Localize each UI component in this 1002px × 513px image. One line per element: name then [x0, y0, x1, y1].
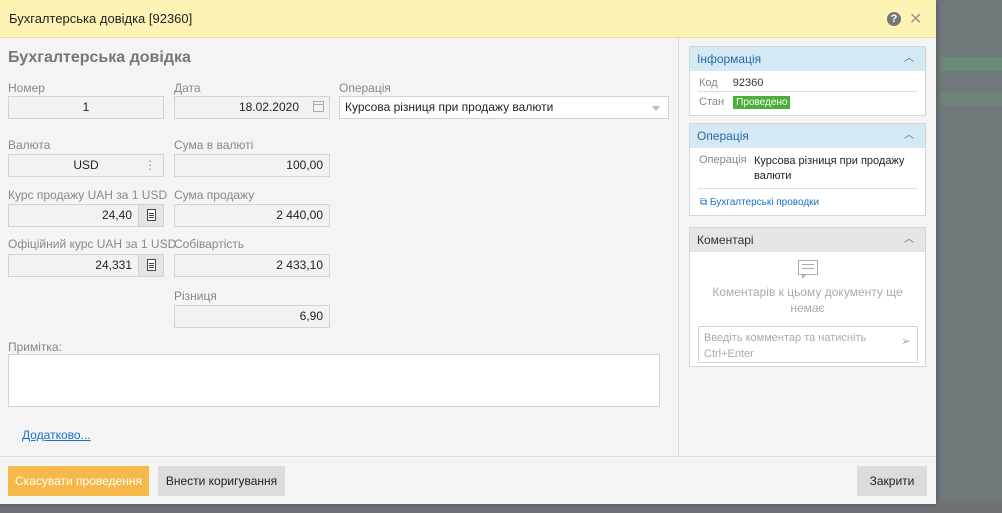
date-value: 18.02.2020 — [238, 100, 299, 114]
sale-amount-field[interactable]: 2 440,00 — [174, 204, 330, 227]
number-field[interactable]: 1 — [8, 96, 164, 119]
background-bar — [940, 57, 1002, 71]
chevron-down-icon[interactable] — [652, 106, 660, 111]
divider — [698, 188, 917, 189]
official-rate-document-button[interactable] — [138, 254, 164, 277]
note-textarea[interactable] — [8, 354, 660, 407]
operation-panel-value: Курсова різниця при продажу валюти — [754, 155, 905, 182]
sale-rate-value: 24,40 — [101, 208, 132, 222]
operation-label: Операція — [339, 81, 391, 95]
close-button[interactable]: Закрити — [857, 466, 927, 496]
close-icon[interactable]: ✕ — [909, 9, 922, 29]
official-rate-field[interactable]: 24,331 — [8, 254, 139, 277]
sale-rate-label: Курс продажу UAH за 1 USD — [8, 188, 168, 202]
status-badge: Проведено — [733, 96, 791, 109]
date-label: Дата — [174, 81, 201, 95]
currency-field[interactable]: USD ⋮ — [8, 154, 164, 177]
document-icon — [147, 259, 156, 271]
form-heading: Бухгалтерська довідка — [8, 49, 191, 66]
operation-panel-label: Операція — [699, 154, 747, 166]
difference-label: Різниця — [174, 289, 217, 303]
cost-label: Собівартість — [174, 237, 245, 251]
comment-placeholder: Введіть комментар та натисніть Ctrl+Ente… — [704, 332, 867, 360]
currency-value: USD — [73, 158, 99, 172]
info-panel-title: Інформація — [697, 52, 762, 66]
code-value: 92360 — [732, 77, 764, 89]
code-row: Код 92360 — [699, 77, 763, 89]
background-app — [936, 0, 1002, 513]
chevron-up-icon[interactable]: ︿ — [904, 47, 914, 71]
comment-input[interactable]: Введіть комментар та натисніть Ctrl+Ente… — [698, 326, 918, 363]
help-icon[interactable]: ? — [887, 12, 901, 26]
difference-field[interactable]: 6,90 — [174, 305, 330, 328]
number-label: Номер — [8, 81, 45, 95]
operation-value: Курсова різниця при продажу валюти — [345, 100, 554, 114]
official-rate-value: 24,331 — [95, 258, 132, 272]
more-link[interactable]: Додатково... — [22, 428, 91, 442]
info-panel-header[interactable]: Інформація ︿ — [690, 47, 925, 71]
number-value: 1 — [82, 100, 90, 114]
dialog-footer: Скасувати проведення Внести коригування … — [0, 456, 936, 504]
document-form: Бухгалтерська довідка Номер 1 Дата 18.02… — [0, 38, 678, 456]
more-options-icon[interactable]: ⋮ — [144, 155, 156, 176]
calendar-icon[interactable] — [313, 101, 324, 112]
chevron-up-icon[interactable]: ︿ — [904, 228, 914, 252]
comment-icon — [798, 260, 818, 279]
cost-field[interactable]: 2 433,10 — [174, 254, 330, 277]
comments-panel: Коментарі ︿ Коментарів к цьому документу… — [689, 227, 926, 367]
sale-rate-document-button[interactable] — [138, 204, 164, 227]
sale-rate-field[interactable]: 24,40 — [8, 204, 139, 227]
code-label: Код — [699, 77, 718, 89]
dialog-titlebar: Бухгалтерська довідка [92360] ? ✕ — [0, 0, 936, 38]
amount-currency-value: 100,00 — [286, 158, 323, 172]
cancel-posting-button[interactable]: Скасувати проведення — [8, 466, 149, 496]
comments-panel-header[interactable]: Коментарі ︿ — [690, 228, 925, 252]
state-row: Стан Проведено — [699, 96, 791, 109]
make-correction-button[interactable]: Внести коригування — [158, 466, 285, 496]
cost-value: 2 433,10 — [276, 258, 323, 272]
chevron-up-icon[interactable]: ︿ — [904, 124, 914, 148]
operation-select[interactable]: Курсова різниця при продажу валюти — [339, 96, 669, 119]
comments-empty-text: Коментарів к цьому документу ще немає — [712, 285, 903, 315]
difference-value: 6,90 — [299, 309, 323, 323]
operation-panel-title: Операція — [697, 129, 749, 143]
link-icon: ⧉ — [700, 197, 708, 208]
sale-amount-label: Сума продажу — [174, 188, 255, 202]
info-panel: Інформація ︿ Код 92360 Стан Проведено — [689, 46, 926, 116]
date-field[interactable]: 18.02.2020 — [174, 96, 330, 119]
dialog-title: Бухгалтерська довідка [92360] — [9, 11, 193, 26]
comments-panel-title: Коментарі — [697, 233, 754, 247]
operation-panel-header[interactable]: Операція ︿ — [690, 124, 925, 148]
vertical-divider — [678, 38, 679, 456]
official-rate-label: Офіційний курс UAH за 1 USD — [8, 237, 177, 251]
accounting-note-dialog: Бухгалтерська довідка [92360] ? ✕ Бухгал… — [0, 0, 936, 504]
background-bar — [940, 92, 1002, 106]
accounting-entries-link[interactable]: ⧉ Бухгалтерські проводки — [700, 197, 819, 208]
background-app-bottom — [0, 503, 1002, 513]
sale-amount-value: 2 440,00 — [276, 208, 323, 222]
send-icon[interactable]: ➢ — [901, 333, 911, 349]
state-label: Стан — [699, 96, 725, 108]
document-icon — [147, 209, 156, 221]
note-label: Примітка: — [8, 340, 62, 354]
amount-currency-label: Сума в валюті — [174, 138, 254, 152]
currency-label: Валюта — [8, 138, 51, 152]
divider — [698, 91, 917, 92]
operation-panel: Операція ︿ Операція Курсова різниця при … — [689, 123, 926, 216]
amount-currency-field[interactable]: 100,00 — [174, 154, 330, 177]
accounting-entries-label: Бухгалтерські проводки — [709, 197, 820, 208]
